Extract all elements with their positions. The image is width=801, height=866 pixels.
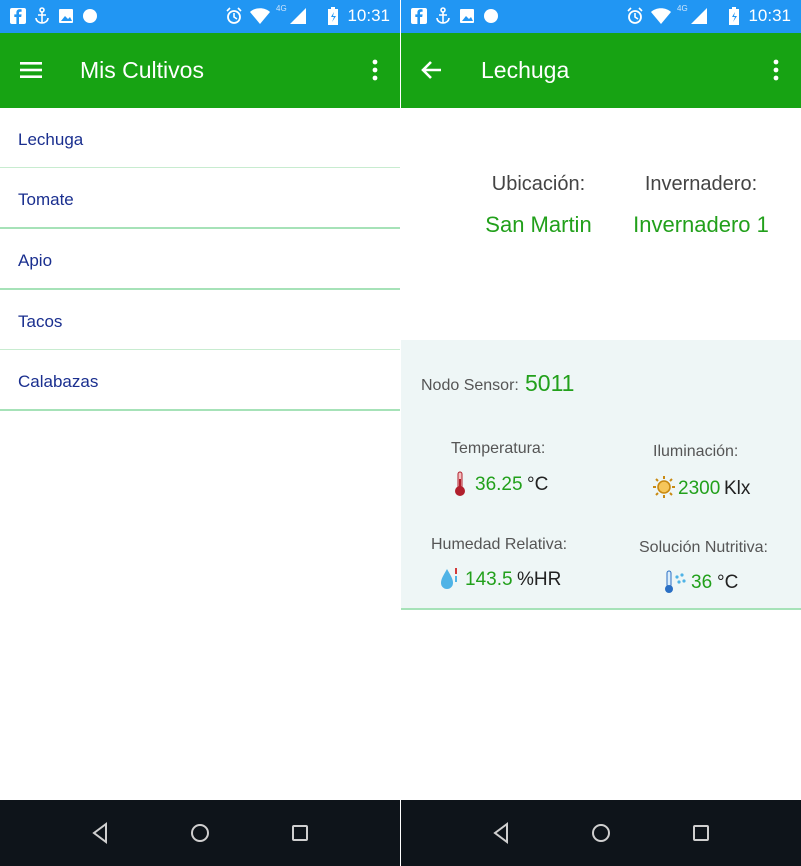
- nav-recents-icon[interactable]: [287, 820, 313, 846]
- battery-icon: [328, 7, 338, 25]
- thermometer-icon: [455, 471, 465, 496]
- nutrient-icon: [665, 570, 686, 593]
- nutrient-value: 36: [691, 572, 713, 593]
- circle-icon: [83, 9, 97, 23]
- illumination-label: Iluminación:: [653, 443, 739, 460]
- menu-icon[interactable]: [18, 57, 44, 83]
- app-bar: Lechuga: [401, 33, 801, 108]
- list-item-tomate[interactable]: Tomate: [0, 168, 400, 229]
- sun-icon: [653, 476, 675, 498]
- node-sensor-value: 5011: [525, 370, 575, 396]
- nav-home-icon[interactable]: [187, 820, 213, 846]
- circle-icon: [484, 9, 498, 23]
- location-value: San Martin: [485, 212, 592, 237]
- temperature-unit: °C: [527, 474, 549, 495]
- nav-bar: [0, 800, 400, 866]
- crop-list: Lechuga Tomate Apio Tacos Calabazas: [0, 108, 400, 411]
- image-icon: [460, 9, 474, 23]
- page-title: Mis Cultivos: [80, 57, 204, 83]
- illumination-unit: Klx: [724, 478, 751, 499]
- list-item-label: Tacos: [18, 312, 63, 331]
- node-sensor-label: Nodo Sensor:: [421, 377, 519, 394]
- nav-bar: [401, 800, 801, 866]
- facebook-icon: [411, 8, 427, 24]
- humidity-unit: %HR: [517, 569, 562, 590]
- network-label: 4G: [276, 4, 287, 13]
- list-item-label: Lechuga: [18, 130, 84, 149]
- overflow-icon[interactable]: [364, 57, 386, 83]
- nav-recents-icon[interactable]: [688, 820, 714, 846]
- alarm-icon: [627, 7, 643, 24]
- overflow-icon[interactable]: [765, 57, 787, 83]
- list-item-apio[interactable]: Apio: [0, 229, 400, 290]
- greenhouse-label: Invernadero:: [644, 173, 758, 195]
- signal-icon: [691, 8, 707, 24]
- back-arrow-icon[interactable]: [419, 57, 445, 83]
- status-bar: 4G 10:31: [401, 0, 801, 33]
- alarm-icon: [226, 7, 242, 24]
- list-item-calabazas[interactable]: Calabazas: [0, 350, 400, 411]
- page-title: Lechuga: [481, 57, 570, 83]
- droplet-icon: [441, 568, 457, 589]
- network-label: 4G: [677, 4, 688, 13]
- status-time: 10:31: [347, 6, 390, 25]
- anchor-icon: [436, 7, 450, 24]
- humidity-value: 143.5: [465, 569, 513, 590]
- nutrient-unit: °C: [717, 572, 739, 593]
- location-label: Ubicación:: [491, 173, 586, 195]
- wifi-icon: [651, 8, 671, 24]
- signal-icon: [290, 8, 306, 24]
- app-bar: Mis Cultivos: [0, 33, 400, 108]
- greenhouse-value: Invernadero 1: [633, 212, 769, 237]
- battery-icon: [729, 7, 739, 25]
- image-icon: [59, 9, 73, 23]
- status-bar: 4G 10:31: [0, 0, 400, 33]
- anchor-icon: [35, 7, 49, 24]
- nutrient-label: Solución Nutritiva:: [639, 539, 768, 556]
- crop-detail-screen: 4G 10:31 Lechuga Ubicación: San Martin I…: [401, 0, 801, 866]
- status-time: 10:31: [748, 6, 791, 25]
- list-item-label: Apio: [18, 251, 53, 270]
- nav-home-icon[interactable]: [588, 820, 614, 846]
- crops-list-screen: 4G 10:31 Mis Cultivos Lechuga Tomate Api…: [0, 0, 400, 866]
- illumination-value: 2300: [678, 478, 721, 499]
- temperature-label: Temperatura:: [451, 440, 546, 457]
- list-item-tacos[interactable]: Tacos: [0, 290, 400, 350]
- wifi-icon: [250, 8, 270, 24]
- sensor-card: Nodo Sensor: 5011 Temperatura: 36.25 °C …: [401, 340, 801, 610]
- temperature-value: 36.25: [475, 474, 523, 495]
- list-item-label: Tomate: [18, 190, 74, 209]
- nav-back-icon[interactable]: [88, 820, 114, 846]
- list-item-lechuga[interactable]: Lechuga: [0, 108, 400, 168]
- facebook-icon: [10, 8, 26, 24]
- humidity-label: Humedad Relativa:: [431, 536, 568, 553]
- list-item-label: Calabazas: [18, 372, 99, 391]
- nav-back-icon[interactable]: [489, 820, 515, 846]
